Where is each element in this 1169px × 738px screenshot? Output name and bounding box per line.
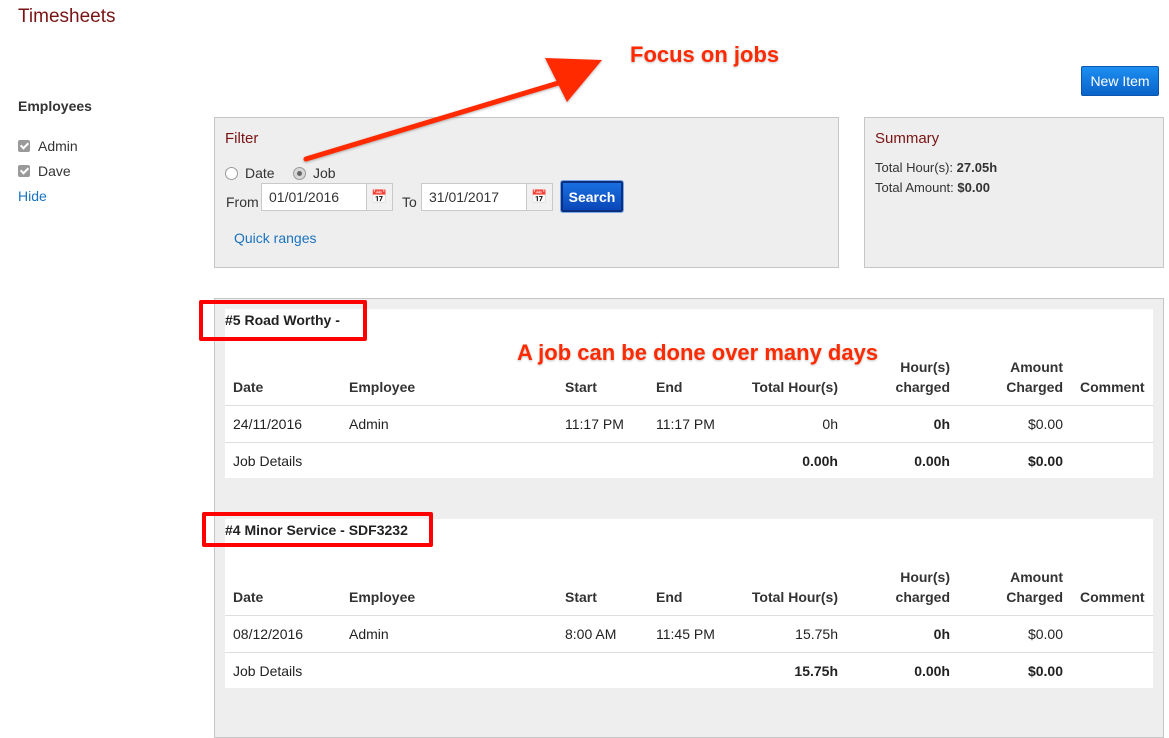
cell-amount-charged: $0.00 (1027, 626, 1063, 642)
cell-start: 8:00 AM (565, 626, 617, 642)
cell-total-hours: 15.75h (795, 626, 838, 642)
to-date-input[interactable] (422, 184, 526, 210)
calendar-icon[interactable]: 📅 (526, 184, 552, 210)
col-header-amount-charged-1: Amount (1010, 359, 1063, 375)
col-header-total-hours: Total Hour(s) (751, 379, 838, 395)
checkbox-checked-icon[interactable] (18, 140, 30, 152)
cell-hours-charged: 0h (933, 416, 950, 432)
cell-amount-charged: $0.00 (1027, 416, 1063, 432)
cell-date: 08/12/2016 (233, 626, 304, 642)
summary-total-hours: Total Hour(s): 27.05h (875, 160, 997, 175)
total-hours-charged: 0.00h (914, 663, 950, 679)
col-header-total-hours: Total Hour(s) (751, 589, 838, 605)
employee-label: Admin (38, 138, 78, 154)
table-divider (225, 405, 1153, 406)
filter-mode-date[interactable]: Date (225, 165, 275, 181)
total-amount-charged: $0.00 (1027, 453, 1063, 469)
table-divider (225, 652, 1153, 653)
annotation-highlight-box (202, 512, 433, 547)
page-title: Timesheets (18, 6, 116, 27)
cell-date: 24/11/2016 (233, 416, 303, 432)
calendar-icon[interactable]: 📅 (366, 184, 392, 210)
annotation-many-days: A job can be done over many days (517, 340, 879, 365)
job-details-link[interactable]: Job Details (233, 453, 302, 469)
col-header-employee: Employee (349, 589, 416, 605)
radio-unchecked-icon[interactable] (225, 166, 238, 180)
col-header-date: Date (233, 589, 264, 605)
col-header-comment: Comment (1080, 589, 1145, 605)
col-header-hours-charged-2: charged (895, 379, 950, 395)
table-divider (225, 442, 1153, 443)
col-header-date: Date (233, 379, 264, 395)
checkbox-checked-icon[interactable] (18, 165, 30, 177)
total-hours-value: 27.05h (956, 160, 998, 175)
table-divider (225, 615, 1153, 616)
col-header-hours-charged-2: charged (895, 589, 950, 605)
new-item-button[interactable]: New Item (1081, 66, 1159, 96)
from-date-input[interactable] (262, 184, 366, 210)
employee-item-admin[interactable]: Admin (18, 138, 78, 154)
total-hours-label: Total Hour(s): (875, 160, 954, 175)
annotation-highlight-box (199, 300, 367, 341)
col-header-amount-charged-2: Charged (1006, 589, 1063, 605)
cell-start: 11:17 PM (565, 416, 624, 432)
cell-hours-charged: 0h (933, 626, 950, 642)
employees-heading: Employees (18, 98, 92, 114)
hide-employees-link[interactable]: Hide (18, 188, 47, 204)
col-header-start: Start (565, 589, 597, 605)
total-amount-label: Total Amount: (875, 180, 954, 195)
from-date-group: 📅 (261, 183, 393, 211)
to-date-group: 📅 (421, 183, 553, 211)
annotation-focus-jobs: Focus on jobs (630, 42, 780, 67)
summary-total-amount: Total Amount: $0.00 (875, 180, 990, 195)
employee-label: Dave (38, 163, 71, 179)
to-label: To (402, 194, 417, 210)
job-details-link[interactable]: Job Details (233, 663, 302, 679)
filter-mode-date-label: Date (245, 165, 275, 181)
total-total-hours: 0.00h (802, 453, 838, 469)
col-header-amount-charged-2: Charged (1006, 379, 1063, 395)
total-amount-charged: $0.00 (1027, 663, 1063, 679)
total-hours-charged: 0.00h (914, 453, 950, 469)
col-header-amount-charged-1: Amount (1010, 569, 1063, 585)
col-header-comment: Comment (1080, 379, 1145, 395)
annotation-arrow-icon (303, 58, 602, 162)
cell-employee: Admin (349, 626, 389, 642)
total-total-hours: 15.75h (794, 663, 838, 679)
summary-panel: Summary Total Hour(s): 27.05h Total Amou… (864, 117, 1164, 268)
quick-ranges-link[interactable]: Quick ranges (234, 230, 316, 246)
cell-end: 11:17 PM (656, 416, 715, 432)
summary-title: Summary (875, 130, 940, 147)
col-header-end: End (656, 589, 683, 605)
col-header-employee: Employee (349, 379, 416, 395)
col-header-start: Start (565, 379, 597, 395)
total-amount-value: $0.00 (957, 180, 990, 195)
filter-title: Filter (225, 130, 259, 147)
col-header-end: End (656, 379, 683, 395)
from-label: From (226, 194, 259, 210)
col-header-hours-charged-1: Hour(s) (900, 569, 950, 585)
cell-end: 11:45 PM (656, 626, 715, 642)
employee-item-dave[interactable]: Dave (18, 163, 71, 179)
cell-total-hours: 0h (822, 416, 838, 432)
search-button[interactable]: Search (561, 181, 623, 212)
cell-employee: Admin (349, 416, 389, 432)
